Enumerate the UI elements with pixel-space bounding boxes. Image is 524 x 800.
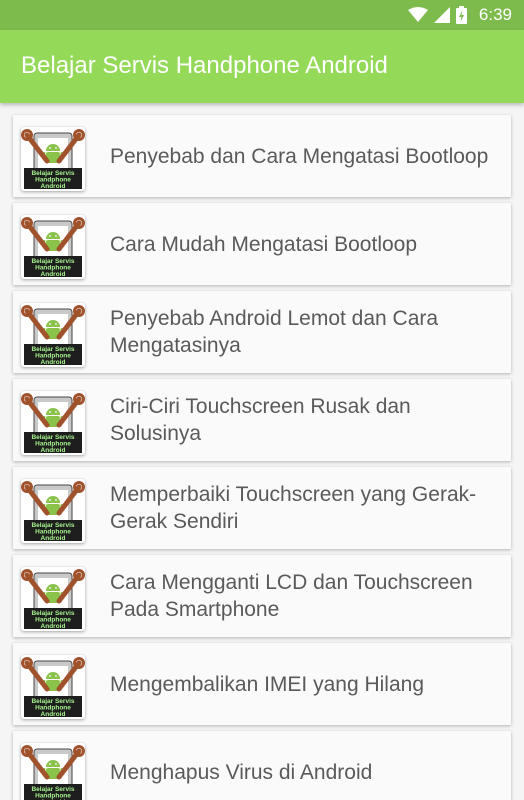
thumbnail-caption: Android <box>41 271 66 278</box>
thumbnail-caption: Android <box>41 359 66 366</box>
article-title: Cara Mengganti LCD dan Touchscreen Pada … <box>110 571 473 621</box>
article-title: Ciri-Ciri Touchscreen Rusak dan Solusiny… <box>110 395 411 445</box>
article-list-item[interactable]: Belajar Servis Handphone Android Cara Me… <box>13 555 511 637</box>
article-list-item[interactable]: Belajar Servis Handphone Android Mengemb… <box>13 643 511 725</box>
signal-icon <box>433 7 450 23</box>
article-list-item[interactable]: Belajar Servis Handphone Android Cara Mu… <box>13 203 511 285</box>
thumbnail-caption: Android <box>41 623 66 630</box>
app-title: Belajar Servis Handphone Android <box>21 52 388 79</box>
article-thumbnail: Belajar Servis Handphone Android <box>21 479 85 543</box>
status-time: 6:39 <box>478 5 512 24</box>
article-list-item[interactable]: Belajar Servis Handphone Android Ciri-Ci… <box>13 379 511 461</box>
thumbnail-caption: Android <box>41 535 66 542</box>
wifi-icon <box>407 7 428 22</box>
thumbnail-caption: Android <box>41 711 66 718</box>
article-list-item[interactable]: Belajar Servis Handphone Android Memperb… <box>13 467 511 549</box>
status-icons: 6:39 <box>407 0 512 30</box>
article-list-item[interactable]: Belajar Servis Handphone Android Penyeba… <box>13 115 511 197</box>
article-thumbnail: Belajar Servis Handphone Android <box>21 303 85 367</box>
status-bar: 6:39 <box>0 0 524 30</box>
thumbnail-caption: Android <box>41 183 66 190</box>
article-title: Penyebab Android Lemot dan Cara Mengatas… <box>110 307 439 357</box>
article-title: Penyebab dan Cara Mengatasi Bootloop <box>110 144 489 168</box>
article-title: Memperbaiki Touchscreen yang Gerak-Gerak… <box>110 483 477 533</box>
article-thumbnail: Belajar Servis Handphone Android <box>21 655 85 719</box>
app-bar: Belajar Servis Handphone Android <box>0 30 524 103</box>
article-title: Cara Mudah Mengatasi Bootloop <box>110 232 418 256</box>
article-thumbnail: Belajar Servis Handphone Android <box>21 567 85 631</box>
battery-icon <box>455 6 467 24</box>
article-list-item[interactable]: Belajar Servis Handphone Android Penyeba… <box>13 291 511 373</box>
article-thumbnail: Belajar Servis Handphone Android <box>21 127 85 191</box>
article-title: Mengembalikan IMEI yang Hilang <box>110 672 424 696</box>
article-list[interactable]: Belajar Servis Handphone Android Penyeba… <box>0 103 524 800</box>
article-thumbnail: Belajar Servis Handphone Android <box>21 215 85 279</box>
article-list-item[interactable]: Belajar Servis Handphone Android Menghap… <box>13 731 511 800</box>
thumbnail-caption: Android <box>41 447 66 454</box>
article-thumbnail: Belajar Servis Handphone Android <box>21 743 85 800</box>
article-thumbnail: Belajar Servis Handphone Android <box>21 391 85 455</box>
article-title: Menghapus Virus di Android <box>110 760 373 784</box>
